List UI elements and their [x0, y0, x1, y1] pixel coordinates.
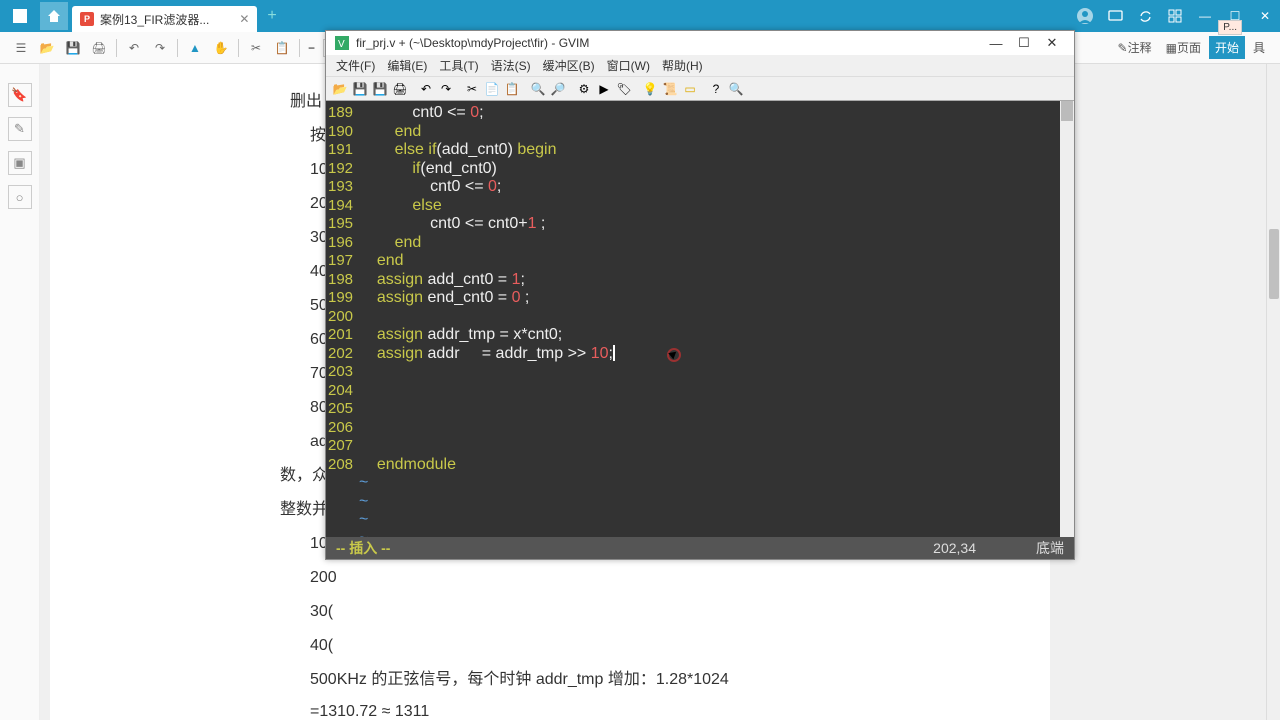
gvim-tb-help-icon[interactable]: ? [707, 80, 725, 98]
gvim-tb-tags-icon[interactable]: 🏷 [615, 80, 633, 98]
gvim-tb-bulb-icon[interactable]: 💡 [641, 80, 659, 98]
gvim-minimize-button[interactable]: — [982, 33, 1010, 53]
gvim-maximize-button[interactable]: ☐ [1010, 33, 1038, 53]
close-button[interactable]: ✕ [1253, 4, 1277, 28]
gvim-tb-undo-icon[interactable]: ↶ [417, 80, 435, 98]
chat-icon[interactable] [1103, 4, 1127, 28]
gvim-icon: V [334, 35, 350, 51]
layers-icon[interactable]: ▣ [8, 151, 32, 175]
left-sidebar: 🔖 ✎ ▣ ○ [0, 64, 40, 720]
gvim-tb-saveall-icon[interactable]: 💾 [371, 80, 389, 98]
gvim-title-text: fir_prj.v + (~\Desktop\mdyProject\fir) -… [356, 36, 589, 50]
document-tab[interactable]: P 案例13_FIR滤波器... ✕ [72, 6, 257, 32]
undo-icon[interactable]: ↶ [123, 37, 145, 59]
gvim-tb-make-icon[interactable]: ⚙ [575, 80, 593, 98]
minimize-button[interactable]: — [1193, 4, 1217, 28]
gvim-toolbar: 📂 💾 💾 🖨 ↶ ↷ ✂ 📄 📋 🔍 🔎 ⚙ ▶ 🏷 💡 📜 ▭ ? 🔍 [326, 77, 1074, 101]
pages-button[interactable]: ▦ 页面 [1160, 37, 1207, 58]
user-icon[interactable] [1073, 4, 1097, 28]
gvim-statusbar: -- 插入 -- 202,34 底端 [326, 537, 1074, 559]
gvim-menu-help[interactable]: 帮助(H) [656, 57, 709, 74]
gvim-menu-file[interactable]: 文件(F) [330, 57, 381, 74]
gvim-tb-find-icon[interactable]: 🔍 [529, 80, 547, 98]
pointer-icon[interactable]: ▲ [184, 37, 206, 59]
tab-title: 案例13_FIR滤波器... [100, 11, 209, 28]
pdf-icon: P [80, 12, 94, 26]
cut-icon[interactable]: ✂ [245, 37, 267, 59]
clipboard-icon[interactable]: 📋 [271, 37, 293, 59]
new-tab-button[interactable]: + [267, 7, 276, 25]
vertical-scrollbar[interactable] [1266, 64, 1280, 720]
gvim-tb-cut-icon[interactable]: ✂ [463, 80, 481, 98]
menu-icon[interactable]: ☰ [10, 37, 32, 59]
gvim-menu-window[interactable]: 窗口(W) [601, 57, 656, 74]
gvim-tb-shell-icon[interactable]: ▶ [595, 80, 613, 98]
gvim-tb-copy-icon[interactable]: 📄 [483, 80, 501, 98]
annotate-button[interactable]: ✎ 注释 [1112, 37, 1158, 58]
print-icon[interactable]: 🖨 [88, 37, 110, 59]
zoom-out-button[interactable]: − [304, 41, 319, 55]
gvim-menu-syntax[interactable]: 语法(S) [485, 57, 537, 74]
gvim-tb-run-icon[interactable]: ▭ [681, 80, 699, 98]
app-logo-icon [6, 2, 34, 30]
gvim-cursor-pos: 202,34 [933, 540, 976, 556]
gvim-tb-script-icon[interactable]: 📜 [661, 80, 679, 98]
sync-icon[interactable] [1133, 4, 1157, 28]
note-icon[interactable]: ✎ [8, 117, 32, 141]
gvim-tb-search-help-icon[interactable]: 🔍 [727, 80, 745, 98]
gvim-mode: -- 插入 -- [336, 538, 390, 558]
gvim-scroll-thumb[interactable] [1061, 101, 1073, 121]
home-button[interactable] [40, 2, 68, 30]
scrollbar-thumb[interactable] [1269, 229, 1279, 299]
cursor-pointer-icon [667, 348, 681, 362]
notification-badge[interactable]: P... [1218, 20, 1242, 35]
gvim-menubar: 文件(F) 编辑(E) 工具(T) 语法(S) 缓冲区(B) 窗口(W) 帮助(… [326, 55, 1074, 77]
gvim-line-numbers: 1891901911921931941951961971981992002012… [326, 101, 355, 537]
gvim-tb-open-icon[interactable]: 📂 [331, 80, 349, 98]
gvim-scrollbar[interactable] [1060, 101, 1074, 537]
tab-close-icon[interactable]: ✕ [239, 12, 249, 26]
gvim-code-area[interactable]: cnt0 <= 0; end else if(add_cnt0) begin i… [355, 101, 1074, 537]
search-icon[interactable]: ○ [8, 185, 32, 209]
gvim-window: V fir_prj.v + (~\Desktop\mdyProject\fir)… [325, 30, 1075, 560]
tools-suffix[interactable]: 具 [1247, 37, 1271, 58]
svg-text:V: V [338, 39, 345, 50]
grid-icon[interactable] [1163, 4, 1187, 28]
gvim-tb-save-icon[interactable]: 💾 [351, 80, 369, 98]
app-titlebar: P 案例13_FIR滤波器... ✕ + — ☐ ✕ P... [0, 0, 1280, 32]
open-icon[interactable]: 📂 [36, 37, 58, 59]
gvim-menu-buffers[interactable]: 缓冲区(B) [537, 57, 601, 74]
redo-icon[interactable]: ↷ [149, 37, 171, 59]
gvim-tb-paste-icon[interactable]: 📋 [503, 80, 521, 98]
gvim-close-button[interactable]: ✕ [1038, 33, 1066, 53]
gvim-scroll-pos: 底端 [1036, 538, 1064, 558]
gvim-menu-tools[interactable]: 工具(T) [433, 57, 484, 74]
gvim-tb-redo-icon[interactable]: ↷ [437, 80, 455, 98]
gvim-menu-edit[interactable]: 编辑(E) [381, 57, 433, 74]
hand-icon[interactable]: ✋ [210, 37, 232, 59]
bookmark-icon[interactable]: 🔖 [8, 83, 32, 107]
start-button[interactable]: 开始 [1209, 36, 1245, 59]
gvim-tb-findnext-icon[interactable]: 🔎 [549, 80, 567, 98]
gvim-editor[interactable]: 1891901911921931941951961971981992002012… [326, 101, 1074, 537]
save-icon[interactable]: 💾 [62, 37, 84, 59]
gvim-tb-print-icon[interactable]: 🖨 [391, 80, 409, 98]
gvim-titlebar[interactable]: V fir_prj.v + (~\Desktop\mdyProject\fir)… [326, 31, 1074, 55]
